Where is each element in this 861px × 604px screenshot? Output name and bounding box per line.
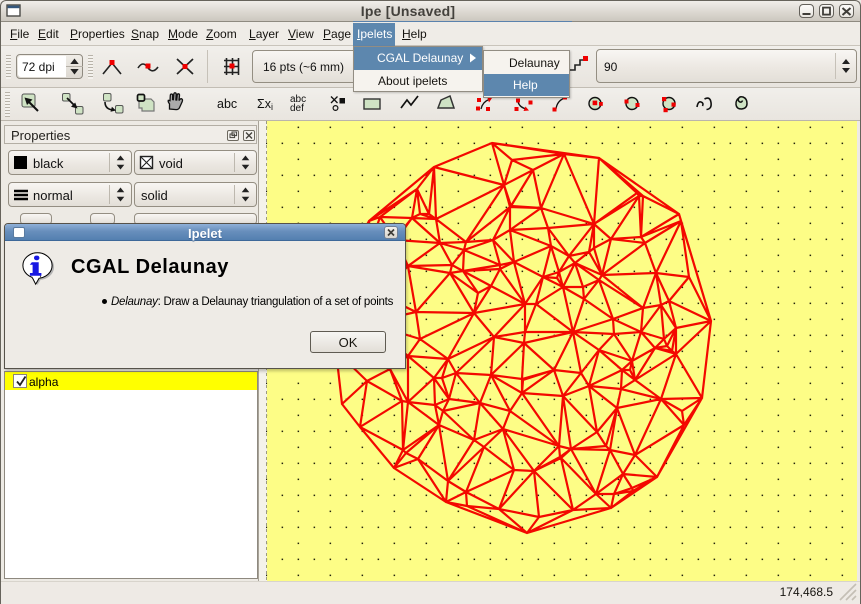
svg-text:Σxi: Σxi bbox=[257, 97, 273, 112]
svg-text:def: def bbox=[290, 103, 304, 114]
svg-text:abc: abc bbox=[217, 97, 237, 111]
